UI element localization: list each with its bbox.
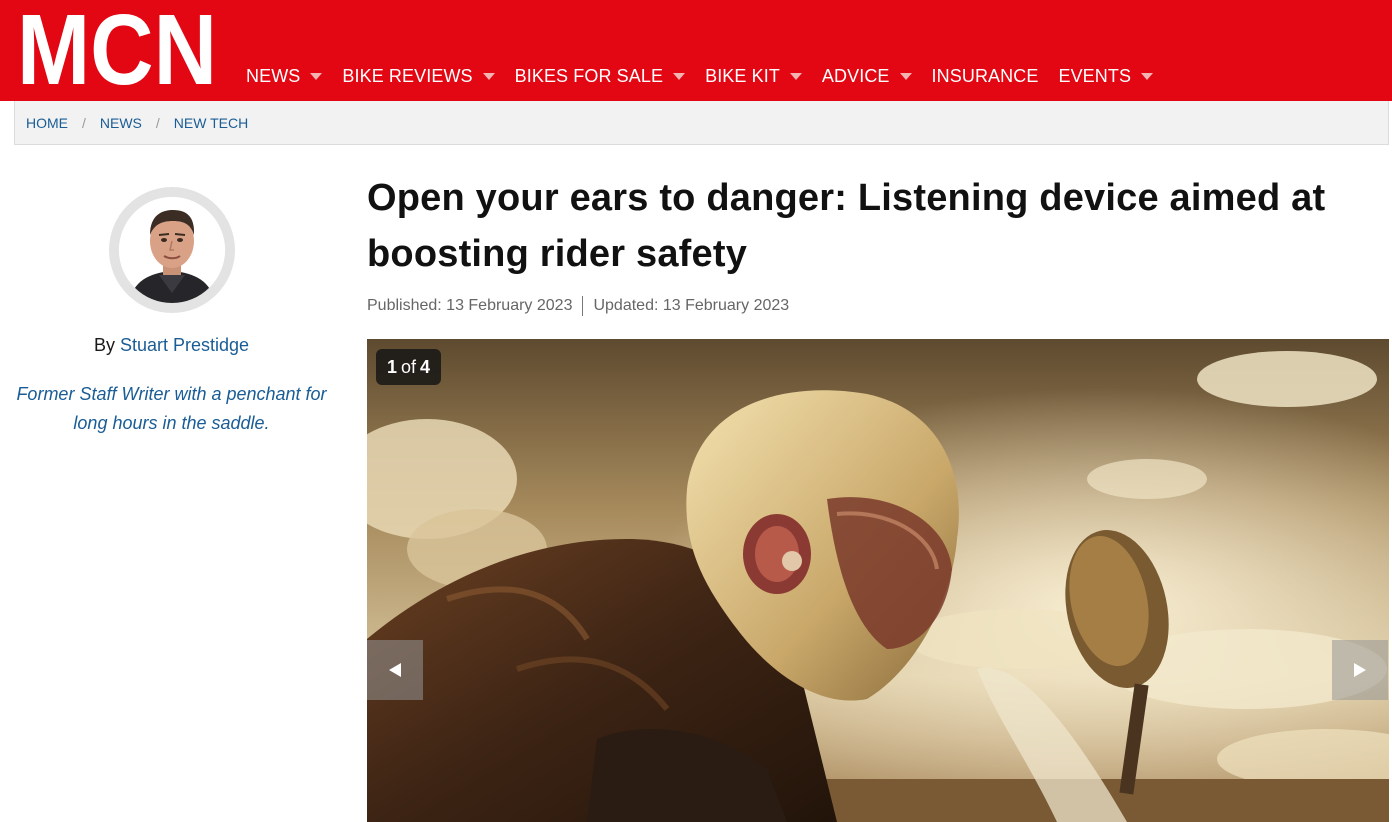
nav-item-insurance[interactable]: INSURANCE: [932, 66, 1039, 87]
image-gallery[interactable]: 1 of 4: [367, 339, 1389, 822]
caret-down-icon: [482, 73, 495, 80]
author-byline: By Stuart Prestidge: [0, 335, 343, 356]
nav-item-news[interactable]: NEWS: [246, 65, 323, 87]
nav-item-label: BIKE KIT: [705, 65, 780, 86]
triangle-left-icon: [389, 663, 401, 677]
gallery-next-button[interactable]: [1332, 640, 1388, 700]
nav-item-bike-reviews[interactable]: BIKE REVIEWS: [342, 65, 495, 87]
breadcrumb-new-tech[interactable]: NEW TECH: [174, 115, 248, 131]
author-photo: [119, 197, 225, 303]
caret-down-icon: [899, 73, 912, 80]
gallery-prev-button[interactable]: [367, 640, 423, 700]
breadcrumb-separator: /: [82, 114, 86, 131]
breadcrumb-home[interactable]: HOME: [26, 115, 68, 131]
site-header: MCN NEWS BIKE REVIEWS BIKES FOR SALE BIKE K…: [0, 0, 1392, 101]
author-avatar[interactable]: [109, 187, 235, 313]
gallery-image-rider-helmet: [367, 339, 1389, 822]
caret-down-icon: [673, 73, 686, 80]
nav-item-label: EVENTS: [1058, 65, 1132, 86]
breadcrumb-separator: /: [155, 114, 160, 131]
date-divider: [582, 296, 584, 316]
author-name-link[interactable]: Stuart Prestidge: [120, 335, 249, 355]
caret-down-icon: [789, 73, 802, 80]
main-nav: NEWS BIKE REVIEWS BIKES FOR SALE BIKE KIT AD…: [246, 64, 1173, 88]
gallery-of-label: of: [401, 356, 417, 377]
caret-down-icon: [1141, 73, 1154, 80]
nav-item-advice[interactable]: ADVICE: [822, 66, 912, 87]
updated-date: Updated: 13 February 2023: [593, 297, 790, 314]
nav-item-bikes-for-sale[interactable]: BIKES FOR SALE: [514, 65, 686, 87]
nav-item-label: BIKE REVIEWS: [342, 65, 473, 86]
article-headline: Open your ears to danger: Listening devi…: [367, 177, 1326, 275]
breadcrumb-news[interactable]: NEWS: [100, 115, 142, 131]
gallery-counter: 1 of 4: [376, 349, 442, 385]
published-date: Published: 13 February 2023: [367, 297, 573, 314]
gallery-total: 4: [420, 356, 431, 377]
article-dates: Published: 13 February 2023 Updated: 13 …: [367, 296, 789, 316]
nav-item-label: BIKES FOR SALE: [514, 65, 664, 86]
gallery-current-index: 1: [387, 356, 398, 377]
caret-down-icon: [310, 73, 323, 80]
author-bio: Former Staff Writer with a penchant for …: [16, 384, 327, 433]
nav-item-label: INSURANCE: [931, 65, 1039, 86]
triangle-right-icon: [1354, 663, 1366, 677]
by-label: By: [93, 335, 115, 355]
nav-item-bike-kit[interactable]: BIKE KIT: [705, 66, 802, 87]
mcn-logo[interactable]: MCN: [17, 6, 219, 88]
breadcrumb: HOME / NEWS / NEW TECH: [14, 101, 1389, 145]
nav-item-label: ADVICE: [821, 65, 890, 86]
logo-text: MCN: [17, 6, 217, 88]
nav-item-events[interactable]: EVENTS: [1058, 65, 1154, 87]
nav-item-label: NEWS: [246, 65, 301, 86]
